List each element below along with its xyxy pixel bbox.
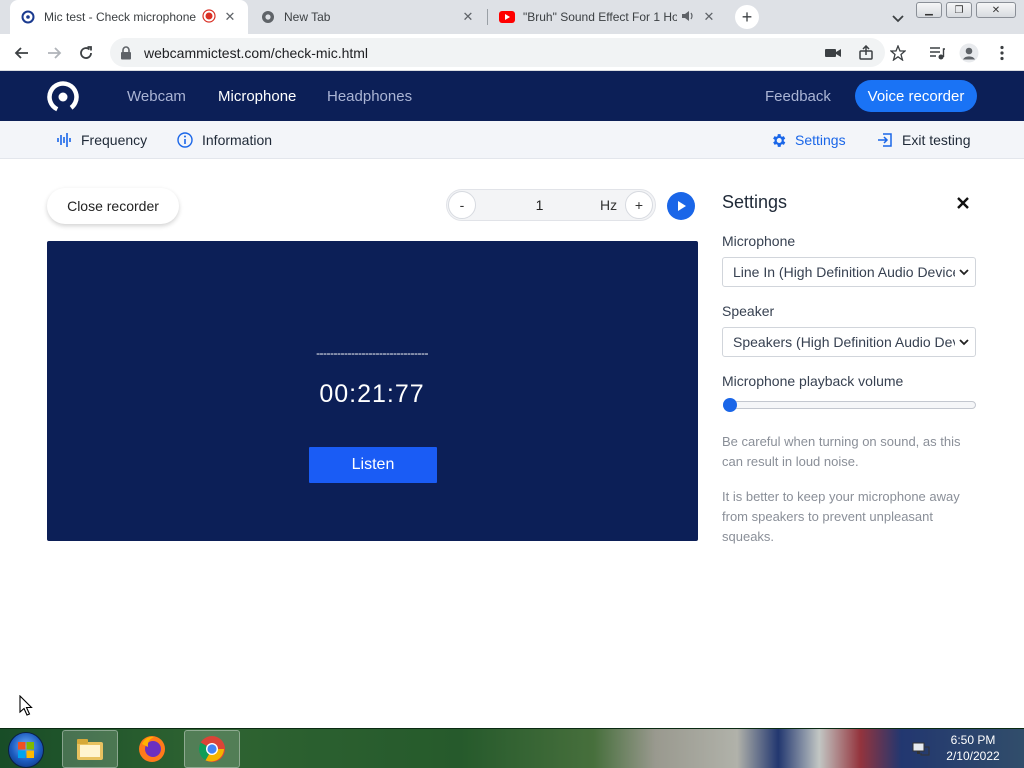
site-logo-icon[interactable]	[46, 80, 80, 114]
start-button[interactable]	[8, 732, 44, 768]
site-header: Webcam Microphone Headphones Feedback Vo…	[0, 71, 1024, 121]
play-tone-button[interactable]	[667, 192, 695, 220]
hz-value-input[interactable]: 1	[527, 190, 552, 220]
settings-title: Settings	[722, 192, 788, 212]
share-icon[interactable]	[856, 43, 876, 63]
firefox-icon	[139, 736, 165, 762]
speaker-label: Speaker	[722, 303, 775, 319]
close-recorder-button[interactable]: Close recorder	[47, 188, 179, 224]
forward-arrow-icon[interactable]	[44, 43, 64, 63]
windows-logo-icon	[18, 742, 34, 758]
frequency-label: Frequency	[81, 132, 148, 148]
microphone-label: Microphone	[722, 233, 796, 249]
exit-testing-tab[interactable]: Exit testing	[876, 121, 970, 159]
listen-button[interactable]: Listen	[309, 447, 437, 483]
frequency-icon	[55, 131, 73, 149]
playback-volume-slider[interactable]	[723, 398, 976, 412]
feedback-link[interactable]: Feedback	[765, 71, 831, 121]
exit-icon	[876, 131, 894, 149]
tab-title: New Tab	[284, 10, 331, 24]
playback-volume-label: Microphone playback volume	[722, 373, 904, 389]
voice-recorder-button[interactable]: Voice recorder	[855, 80, 977, 112]
close-tab-icon[interactable]: ✕	[701, 9, 717, 25]
audio-playing-icon[interactable]	[681, 10, 695, 25]
recording-indicator-icon	[202, 8, 216, 26]
file-explorer-button[interactable]	[62, 730, 118, 768]
tab-new-tab[interactable]: New Tab ✕	[250, 0, 486, 34]
restore-button[interactable]: ❐	[946, 2, 972, 18]
sub-navigation: Frequency Information Settings Exit test…	[0, 121, 1024, 159]
site-favicon-icon	[20, 9, 36, 25]
nav-microphone[interactable]: Microphone	[218, 71, 296, 121]
folder-icon	[77, 739, 103, 760]
camera-icon[interactable]	[823, 43, 843, 63]
mouse-cursor-icon	[19, 694, 33, 717]
microphone-select[interactable]: Line In (High Definition Audio Device)	[722, 257, 976, 287]
tab-title: "Bruh" Sound Effect For 1 Hour	[523, 10, 677, 24]
hz-increase-button[interactable]: +	[625, 191, 653, 219]
network-icon[interactable]	[912, 741, 930, 757]
speaker-select-value: Speakers (High Definition Audio Device)	[733, 334, 955, 350]
information-label: Information	[202, 132, 273, 148]
chrome-icon	[198, 736, 225, 762]
back-arrow-icon[interactable]	[12, 43, 32, 63]
reload-icon[interactable]	[76, 43, 96, 63]
frequency-stepper: - 1 Hz +	[446, 189, 656, 221]
settings-tab[interactable]: Settings	[769, 121, 846, 159]
tab-youtube[interactable]: "Bruh" Sound Effect For 1 Hour ✕	[489, 0, 727, 34]
gear-icon	[769, 131, 787, 149]
close-tab-icon[interactable]: ✕	[222, 9, 238, 25]
browser-toolbar: webcammictest.com/check-mic.html	[0, 34, 1024, 71]
close-tab-icon[interactable]: ✕	[460, 9, 476, 25]
information-tab[interactable]: Information	[176, 121, 272, 159]
system-clock[interactable]: 6:50 PM 2/10/2022	[940, 732, 1006, 764]
clock-date: 2/10/2022	[946, 749, 1000, 763]
chrome-button[interactable]	[184, 730, 240, 768]
exit-testing-label: Exit testing	[902, 132, 971, 148]
media-control-icon[interactable]	[927, 43, 947, 63]
tab-separator	[487, 9, 488, 25]
nav-webcam[interactable]: Webcam	[127, 71, 186, 121]
recorder-panel: -------------------------------- 00:21:7…	[47, 241, 698, 541]
new-tab-button[interactable]: +	[735, 5, 759, 29]
chrome-menu-icon[interactable]	[992, 43, 1012, 63]
tab-search-chevron-down-icon[interactable]	[889, 9, 907, 27]
microphone-select-value: Line In (High Definition Audio Device)	[733, 264, 955, 280]
waveform-display: --------------------------------	[316, 346, 428, 360]
chevron-down-icon	[959, 339, 969, 346]
frequency-tab[interactable]: Frequency	[55, 121, 147, 159]
chrome-favicon-icon	[260, 9, 276, 25]
play-icon	[678, 201, 686, 211]
profile-avatar-icon[interactable]	[959, 43, 979, 63]
windows-taskbar: 6:50 PM 2/10/2022	[0, 728, 1024, 768]
url-text: webcammictest.com/check-mic.html	[144, 44, 369, 61]
star-icon[interactable]	[888, 43, 908, 63]
clock-time: 6:50 PM	[950, 733, 996, 747]
window-close-button[interactable]: ✕	[976, 2, 1016, 18]
nav-headphones[interactable]: Headphones	[327, 71, 412, 121]
settings-label: Settings	[795, 132, 846, 148]
info-icon	[176, 131, 194, 149]
browser-tab-strip: Mic test - Check microphone ✕ New Tab ✕ …	[0, 0, 1024, 34]
address-bar[interactable]: webcammictest.com/check-mic.html	[110, 38, 885, 67]
speaker-select[interactable]: Speakers (High Definition Audio Device)	[722, 327, 976, 357]
lock-icon[interactable]	[120, 45, 134, 60]
slider-track[interactable]	[723, 401, 976, 409]
hz-unit-label: Hz	[600, 197, 618, 213]
tab-title: Mic test - Check microphone	[44, 10, 197, 24]
loud-noise-warning: Be careful when turning on sound, as thi…	[722, 434, 961, 469]
recording-timer: 00:21:77	[319, 380, 425, 408]
chevron-down-icon	[959, 269, 969, 276]
slider-thumb[interactable]	[723, 398, 737, 412]
close-icon[interactable]	[954, 194, 972, 212]
window-controls: ▁ ❐ ✕	[916, 2, 1016, 18]
youtube-favicon-icon	[499, 9, 515, 25]
hz-decrease-button[interactable]: -	[448, 191, 476, 219]
firefox-button[interactable]	[124, 730, 180, 768]
minimize-button[interactable]: ▁	[916, 2, 942, 18]
tab-mic-test[interactable]: Mic test - Check microphone ✕	[10, 0, 248, 34]
feedback-warning: It is better to keep your microphone awa…	[722, 489, 960, 544]
